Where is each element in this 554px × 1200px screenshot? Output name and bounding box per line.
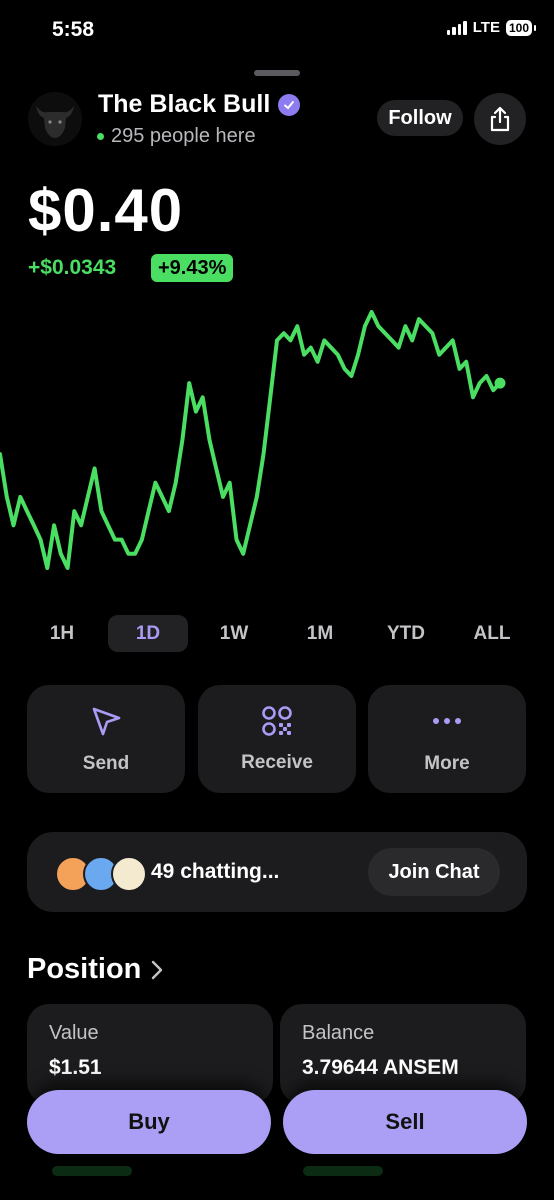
price-change-percent: +9.43% [151,254,234,282]
receive-label: Receive [241,752,313,773]
viewer-count-text: 295 people here [111,125,256,147]
chatting-count: 49 chatting... [151,860,280,883]
tab-1m[interactable]: 1M [280,615,360,652]
qr-code-icon [262,706,292,736]
sell-button[interactable]: Sell [283,1090,527,1154]
token-name: The Black Bull [98,90,271,118]
chat-avatars [55,856,147,892]
value-label: Value [49,1022,99,1044]
more-label: More [424,753,470,774]
share-icon [490,106,510,132]
more-button[interactable]: More [368,685,526,793]
buy-button[interactable]: Buy [27,1090,271,1154]
tab-1w[interactable]: 1W [194,615,274,652]
tab-all[interactable]: ALL [452,615,532,652]
value-amount: $1.51 [49,1056,102,1079]
sheet-grabber[interactable] [254,70,300,76]
receive-button[interactable]: Receive [198,685,356,793]
price-chart[interactable] [0,300,554,580]
send-label: Send [82,753,130,774]
paper-plane-icon [92,707,121,736]
position-title: Position [27,953,142,985]
follow-button[interactable]: Follow [377,100,463,136]
online-dot-icon [97,133,104,140]
tab-1d[interactable]: 1D [108,615,188,652]
balance-change-hint [303,1166,383,1176]
join-chat-button[interactable]: Join Chat [368,848,500,896]
value-change-hint [52,1166,132,1176]
tab-ytd[interactable]: YTD [366,615,446,652]
token-title: The Black Bull [98,90,301,119]
position-balance-card: Balance 3.79644 ANSEM [280,1004,526,1104]
current-price-dot [494,377,506,389]
current-price: $0.40 [28,177,184,244]
status-indicators: LTE 100 [446,19,537,36]
price-change-amount: +$0.0343 [28,256,117,279]
battery-icon: 100 [505,19,537,36]
send-button[interactable]: Send [27,685,185,793]
balance-amount: 3.79644 ANSEM [302,1056,459,1079]
chat-row[interactable]: 49 chatting... Join Chat [27,832,527,912]
price-line [0,310,502,570]
bull-icon [28,92,82,146]
chatter-avatar-3 [111,856,147,892]
position-header[interactable]: Position [27,953,163,986]
share-button[interactable] [474,93,526,145]
token-avatar [28,92,82,146]
signal-icon [446,20,467,35]
tab-1h[interactable]: 1H [22,615,102,652]
network-label: LTE [472,19,500,36]
ellipsis-icon [433,718,461,724]
status-time: 5:58 [52,18,95,41]
verified-badge-icon [278,93,301,116]
viewer-count: 295 people here [97,125,256,148]
chevron-right-icon [152,960,163,979]
balance-label: Balance [302,1022,375,1044]
position-value-card: Value $1.51 [27,1004,273,1104]
